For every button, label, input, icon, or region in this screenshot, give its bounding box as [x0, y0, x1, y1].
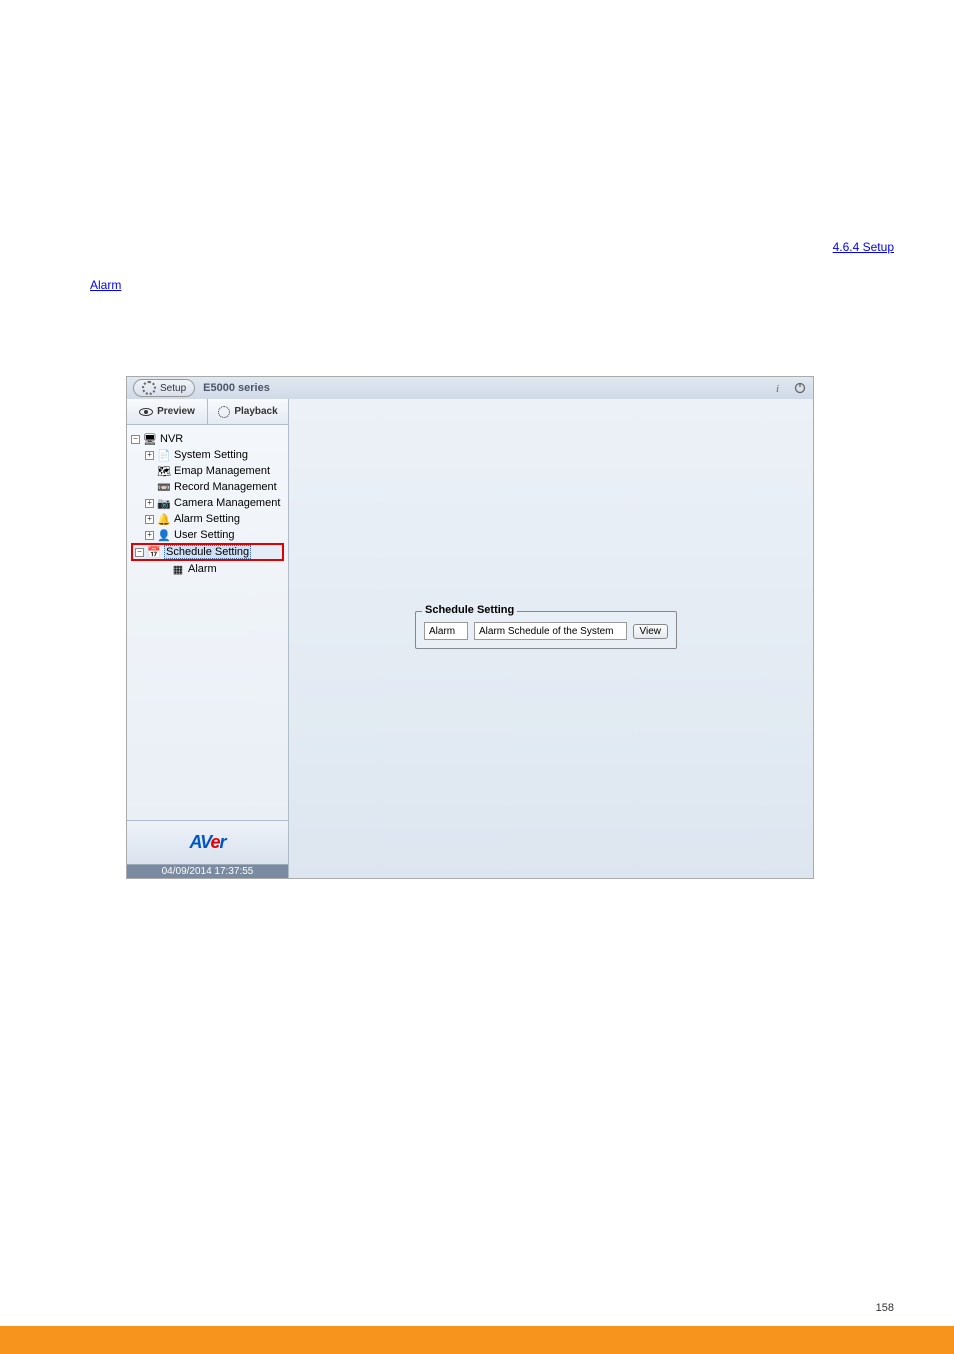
- schedule-setting-group: Schedule Setting Alarm Alarm Schedule of…: [415, 611, 677, 649]
- tab-preview-label: Preview: [157, 406, 195, 417]
- info-icon[interactable]: i: [771, 381, 785, 395]
- tabs-row: Preview Playback: [127, 399, 288, 425]
- main-panel: Schedule Setting Alarm Alarm Schedule of…: [289, 399, 813, 878]
- tree-item-system-setting[interactable]: + 📄 System Setting: [131, 447, 284, 463]
- schedule-icon: 📅: [147, 545, 161, 559]
- expand-icon[interactable]: +: [145, 531, 154, 540]
- tree-item-camera[interactable]: + 📷 Camera Management: [131, 495, 284, 511]
- expand-icon[interactable]: +: [145, 451, 154, 460]
- setup-badge[interactable]: Setup: [133, 379, 195, 397]
- page-number: 158: [876, 1302, 894, 1314]
- tree-item-schedule-setting[interactable]: − 📅 Schedule Setting: [131, 543, 284, 561]
- tab-playback-label: Playback: [234, 406, 277, 417]
- tree-item-label: Record Management: [174, 481, 277, 493]
- tree-item-user-setting[interactable]: + 👤 User Setting: [131, 527, 284, 543]
- expand-icon[interactable]: +: [145, 515, 154, 524]
- content-area: Preview Playback − 🖥 NVR + 📄 System Sett…: [127, 399, 813, 878]
- tree-item-label: Alarm: [188, 563, 217, 575]
- map-icon: 🗺: [157, 464, 171, 478]
- aver-logo: AVer: [189, 832, 225, 853]
- alarm-icon: 🔔: [157, 512, 171, 526]
- user-icon: 👤: [157, 528, 171, 542]
- tree-item-alarm-setting[interactable]: + 🔔 Alarm Setting: [131, 511, 284, 527]
- power-icon[interactable]: [793, 381, 807, 395]
- expand-icon[interactable]: +: [145, 499, 154, 508]
- app-window: Setup E5000 series i Preview Playback: [126, 376, 814, 879]
- svg-text:i: i: [776, 383, 779, 394]
- tab-playback[interactable]: Playback: [208, 399, 288, 424]
- link-above[interactable]: 4.6.4 Setup: [833, 240, 894, 254]
- tree-item-alarm[interactable]: ▦ Alarm: [131, 561, 284, 577]
- tree-item-label: Emap Management: [174, 465, 270, 477]
- tree-item-label: User Setting: [174, 529, 235, 541]
- camera-icon: 📷: [157, 496, 171, 510]
- title-bar-right: i: [771, 381, 807, 395]
- tree-item-label: System Setting: [174, 449, 248, 461]
- tree-root-label: NVR: [160, 433, 183, 445]
- sidebar: Preview Playback − 🖥 NVR + 📄 System Sett…: [127, 399, 289, 878]
- tree-item-label: Schedule Setting: [164, 545, 251, 559]
- settings-icon: 📄: [157, 448, 171, 462]
- record-icon: 📼: [157, 480, 171, 494]
- tab-preview[interactable]: Preview: [127, 399, 208, 424]
- schedule-row: Alarm Alarm Schedule of the System View: [424, 622, 668, 640]
- footer-bar: [0, 1326, 954, 1354]
- tree-item-label: Camera Management: [174, 497, 280, 509]
- sidebar-footer: AVer: [127, 820, 288, 864]
- nvr-icon: 🖥: [143, 432, 157, 446]
- title-bar: Setup E5000 series i: [127, 377, 813, 399]
- schedule-legend: Schedule Setting: [422, 604, 517, 616]
- tree-item-label: Alarm Setting: [174, 513, 240, 525]
- schedule-desc-cell: Alarm Schedule of the System: [474, 622, 627, 640]
- eye-icon: [139, 408, 153, 416]
- collapse-icon[interactable]: −: [135, 548, 144, 557]
- tree-root[interactable]: − 🖥 NVR: [131, 431, 284, 447]
- gear-icon: [142, 381, 156, 395]
- datetime-display: 04/09/2014 17:37:55: [127, 864, 288, 878]
- setup-label: Setup: [160, 383, 186, 394]
- calendar-icon: ▦: [171, 562, 185, 576]
- playback-icon: [218, 406, 230, 418]
- view-button[interactable]: View: [633, 624, 669, 639]
- tree-item-record[interactable]: 📼 Record Management: [131, 479, 284, 495]
- schedule-type-cell: Alarm: [424, 622, 468, 640]
- product-title: E5000 series: [203, 382, 270, 394]
- nav-tree: − 🖥 NVR + 📄 System Setting 🗺 Emap Manage…: [127, 425, 288, 820]
- link-alarm[interactable]: Alarm: [90, 278, 121, 292]
- tree-item-emap[interactable]: 🗺 Emap Management: [131, 463, 284, 479]
- collapse-icon[interactable]: −: [131, 435, 140, 444]
